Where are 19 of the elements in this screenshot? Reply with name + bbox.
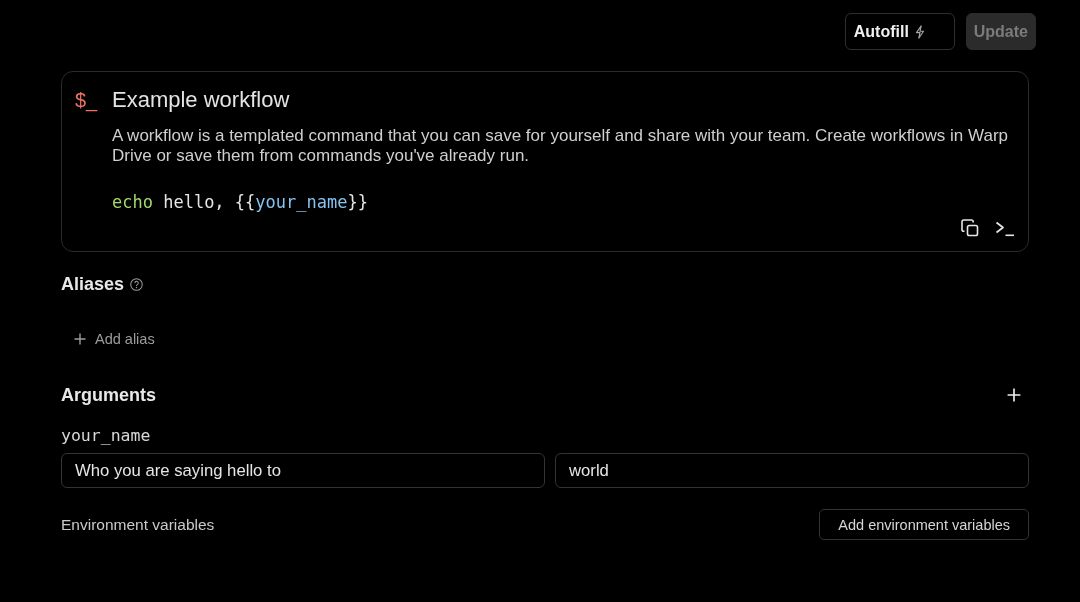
autofill-button[interactable]: Autofill <box>844 13 955 50</box>
command-text: echo hello, {{your_name}} <box>112 191 368 213</box>
add-alias-button[interactable]: Add alias <box>61 327 155 351</box>
terminal-prompt-icon[interactable] <box>995 219 1014 237</box>
lightning-bolt-icon <box>914 24 925 39</box>
plus-icon <box>74 333 86 345</box>
add-environment-variables-button[interactable]: Add environment variables <box>819 509 1029 540</box>
text-field[interactable]: world <box>555 453 1029 488</box>
text-field[interactable]: Who you are saying hello to <box>61 453 545 488</box>
plus-icon[interactable] <box>1007 388 1021 402</box>
argument-name: your_name <box>61 426 151 446</box>
copy-icon[interactable] <box>961 219 979 237</box>
section-heading: Arguments <box>61 384 156 407</box>
section-heading: Aliases <box>61 273 125 296</box>
workflow-title[interactable]: Example workflow <box>112 86 290 114</box>
environment-variables-label: Environment variables <box>61 515 215 534</box>
help-icon[interactable] <box>130 277 144 291</box>
workflow-description: A workflow is a templated command that you can save for yourself and share with your team. Create workflows in Warp Drive or save them from commands you've already run. <box>112 126 1010 166</box>
dollar-prompt-icon: $_ <box>75 86 97 114</box>
